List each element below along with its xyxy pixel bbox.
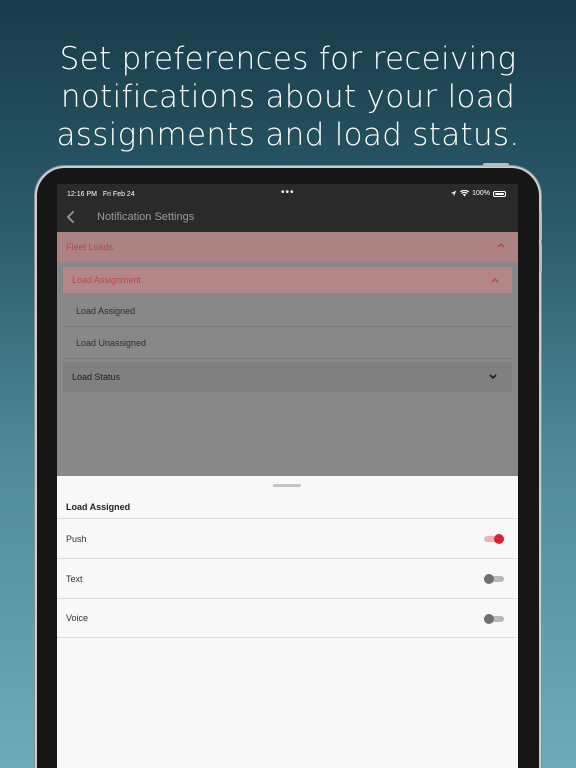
app-screen: 12:16 PM Fri Feb 24 ••• 100% Notificatio… xyxy=(57,184,518,768)
section-load-status-label: Load Status xyxy=(72,372,121,382)
chevron-down-icon xyxy=(489,374,497,380)
wifi-icon xyxy=(460,190,470,197)
section-load-assignment-label: Load Assignment xyxy=(72,275,142,285)
toggle-knob xyxy=(484,574,494,584)
chevron-up-icon xyxy=(491,277,499,283)
section-fleet-loads-label: Fleet Loads xyxy=(66,242,114,252)
promo-headline: Set preferences for receiving notificati… xyxy=(0,40,576,154)
bottom-sheet: Load Assigned Push Text Voice xyxy=(57,476,518,768)
device-volume-down-button xyxy=(539,244,542,272)
section-load-assignment[interactable]: Load Assignment xyxy=(63,267,512,293)
section-fleet-loads[interactable]: Fleet Loads xyxy=(57,232,518,262)
list-item-load-assigned[interactable]: Load Assigned xyxy=(63,296,512,327)
option-label: Voice xyxy=(66,613,89,623)
push-toggle[interactable] xyxy=(484,534,504,544)
option-row-text: Text xyxy=(57,558,518,598)
device-top-button xyxy=(483,163,509,167)
battery-percent: 100% xyxy=(472,190,490,197)
sheet-title: Load Assigned xyxy=(66,502,131,512)
page-title: Notification Settings xyxy=(97,211,195,223)
option-row-push: Push xyxy=(57,518,518,558)
toggle-knob xyxy=(494,534,504,544)
list-item-label: Load Assigned xyxy=(76,306,136,316)
headline-line-2: notifications about your load xyxy=(60,79,516,115)
nav-bar: Notification Settings xyxy=(57,206,518,232)
status-indicators: 100% xyxy=(450,190,506,197)
status-time: 12:16 PM Fri Feb 24 xyxy=(67,191,135,198)
list-item-load-unassigned[interactable]: Load Unassigned xyxy=(63,328,512,359)
settings-list: Fleet Loads Load Assignment Load Assigne… xyxy=(57,232,518,476)
headline-line-1: Set preferences for receiving xyxy=(59,41,517,77)
text-toggle[interactable] xyxy=(484,574,504,584)
option-row-voice: Voice xyxy=(57,598,518,638)
device-volume-up-button xyxy=(539,212,542,240)
battery-icon xyxy=(493,190,506,197)
chevron-up-icon xyxy=(497,242,505,248)
headline-line-3: assignments and load status. xyxy=(56,117,520,153)
option-label: Push xyxy=(66,533,87,544)
option-label: Text xyxy=(66,573,83,584)
toggle-knob xyxy=(484,614,494,624)
back-chevron-icon[interactable] xyxy=(63,208,79,226)
status-bar: 12:16 PM Fri Feb 24 ••• 100% xyxy=(57,184,518,206)
voice-toggle[interactable] xyxy=(484,614,504,624)
section-load-status[interactable]: Load Status xyxy=(63,362,512,392)
location-icon xyxy=(450,190,457,197)
sheet-grabber[interactable] xyxy=(273,484,301,487)
list-item-label: Load Unassigned xyxy=(76,338,147,348)
multitask-dots[interactable]: ••• xyxy=(281,187,295,198)
